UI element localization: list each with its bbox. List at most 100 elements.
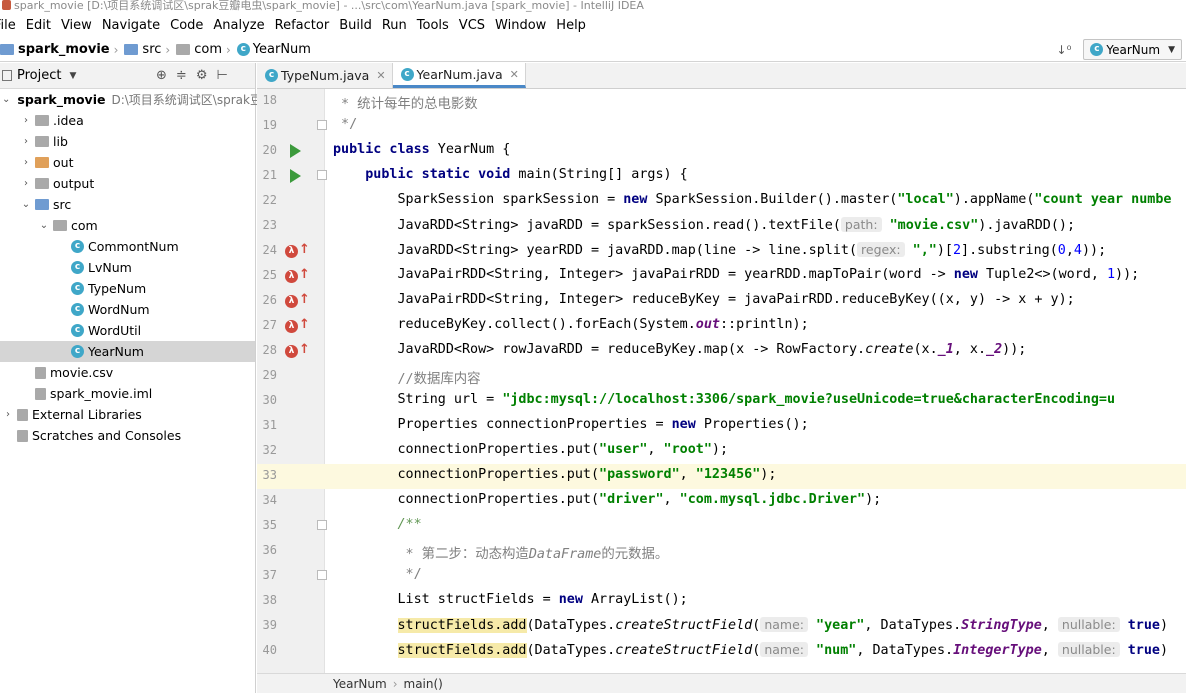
chevron-right-icon[interactable]: › bbox=[2, 409, 14, 420]
tree-item-src[interactable]: ⌄ src bbox=[0, 194, 255, 215]
tab-yearnum[interactable]: c YearNum.java ✕ bbox=[392, 63, 526, 88]
tree-item-label: spark_movie.iml bbox=[50, 386, 153, 401]
project-tree: ⌄ spark_movie D:\项目系统调试区\sprak豆 › .idea › lib ›… bbox=[0, 89, 262, 446]
tree-item-scratches-and-consoles[interactable]: Scratches and Consoles bbox=[0, 425, 255, 446]
tree-item-lib[interactable]: › lib bbox=[0, 131, 255, 152]
chevron-down-icon[interactable]: ⌄ bbox=[38, 220, 50, 231]
keyword: new bbox=[671, 417, 696, 432]
menu-build[interactable]: Build bbox=[334, 14, 377, 38]
line-number: 37 bbox=[262, 568, 277, 582]
tree-item-wordnum[interactable]: c WordNum bbox=[0, 299, 255, 320]
breadcrumb-class[interactable]: YearNum bbox=[333, 677, 387, 691]
nav-crumb-src[interactable]: src › bbox=[124, 42, 174, 57]
chevron-right-icon[interactable]: › bbox=[20, 157, 32, 168]
fold-marker-icon[interactable] bbox=[317, 170, 327, 180]
string-literal: "root" bbox=[663, 442, 712, 457]
build-project-icon[interactable]: ↓⁰ bbox=[1057, 43, 1072, 57]
tab-typenum[interactable]: c TypeNum.java ✕ bbox=[257, 63, 393, 88]
tree-item-spark-movie[interactable]: ⌄ spark_movie D:\项目系统调试区\sprak豆 bbox=[0, 89, 262, 110]
lambda-gutter-icon[interactable]: λ ↑ bbox=[285, 342, 310, 358]
chevron-right-icon: › bbox=[113, 42, 119, 57]
project-view-selector[interactable]: Project bbox=[17, 68, 61, 83]
line-number: 36 bbox=[262, 543, 277, 557]
run-main-icon[interactable] bbox=[285, 167, 301, 183]
run-configuration-label: YearNum bbox=[1106, 42, 1161, 57]
tree-item-movie-csv[interactable]: movie.csv bbox=[0, 362, 255, 383]
menu-run[interactable]: Run bbox=[377, 14, 412, 38]
lambda-gutter-icon[interactable]: λ ↑ bbox=[285, 242, 310, 258]
chevron-down-icon[interactable]: ⌄ bbox=[20, 199, 32, 210]
code-token: ) bbox=[1160, 643, 1169, 658]
chevron-right-icon[interactable]: › bbox=[20, 178, 32, 189]
class-icon: c bbox=[71, 324, 84, 337]
code-line-18: 18 * 统计每年的总电影数 bbox=[257, 89, 1186, 114]
code-text: /** bbox=[333, 517, 422, 532]
chevron-right-icon[interactable]: › bbox=[20, 115, 32, 126]
tree-item-label: WordNum bbox=[88, 302, 150, 317]
class-icon: c bbox=[236, 43, 250, 56]
gear-icon[interactable]: ⚙ bbox=[196, 68, 208, 83]
tree-item-typenum[interactable]: c TypeNum bbox=[0, 278, 255, 299]
tree-item-lvnum[interactable]: c LvNum bbox=[0, 257, 255, 278]
menu-navigate[interactable]: Navigate bbox=[97, 14, 165, 38]
menu-window[interactable]: Window bbox=[490, 14, 551, 38]
code-line-25: 25 λ ↑ JavaPairRDD<String, Integer> javaP… bbox=[257, 264, 1186, 289]
locate-file-icon[interactable]: ⊕ bbox=[156, 68, 167, 83]
line-number: 34 bbox=[262, 493, 277, 507]
code-token: )); bbox=[1115, 267, 1140, 282]
code-token: Tuple2<>(word, bbox=[977, 267, 1107, 282]
tree-item-commontnum[interactable]: c CommontNum bbox=[0, 236, 255, 257]
tree-item-external-libraries[interactable]: › External Libraries bbox=[0, 404, 255, 425]
code-editor[interactable]: 18 * 统计每年的总电影数 19 */ 20 public class Yea… bbox=[257, 89, 1186, 673]
tree-item-output[interactable]: › output bbox=[0, 173, 255, 194]
nav-crumb-package[interactable]: com › bbox=[176, 42, 235, 57]
nav-crumb-class[interactable]: c YearNum bbox=[236, 42, 311, 57]
tree-item-yearnum[interactable]: c YearNum bbox=[0, 341, 255, 362]
lambda-gutter-icon[interactable]: λ ↑ bbox=[285, 317, 310, 333]
code-token: , x. bbox=[953, 342, 987, 357]
tree-item-label: src bbox=[53, 197, 72, 212]
number-literal: 1 bbox=[1106, 267, 1116, 282]
chevron-down-icon[interactable]: ⌄ bbox=[2, 94, 10, 105]
nav-crumb-project[interactable]: spark_movie › bbox=[0, 42, 122, 57]
close-icon[interactable]: ✕ bbox=[510, 68, 519, 81]
tree-item-wordutil[interactable]: c WordUtil bbox=[0, 320, 255, 341]
run-class-icon[interactable] bbox=[285, 142, 301, 158]
menu-tools[interactable]: Tools bbox=[412, 14, 454, 38]
chevron-down-icon[interactable]: ▼ bbox=[69, 71, 76, 81]
fold-marker-icon[interactable] bbox=[317, 520, 327, 530]
parameter-hint: nullable: bbox=[1057, 617, 1120, 632]
tree-item-com[interactable]: ⌄ com bbox=[0, 215, 255, 236]
menu-file[interactable]: File bbox=[0, 14, 21, 38]
tree-item-idea[interactable]: › .idea bbox=[0, 110, 255, 131]
fold-marker-icon[interactable] bbox=[317, 570, 327, 580]
menu-refactor[interactable]: Refactor bbox=[270, 14, 335, 38]
menu-help[interactable]: Help bbox=[551, 14, 591, 38]
run-configuration-dropdown[interactable]: c YearNum ▼ bbox=[1083, 39, 1182, 60]
menu-code[interactable]: Code bbox=[165, 14, 208, 38]
menu-analyze[interactable]: Analyze bbox=[208, 14, 269, 38]
tree-item-out[interactable]: › out bbox=[0, 152, 255, 173]
code-text: String url = "jdbc:mysql://localhost:330… bbox=[333, 392, 1115, 407]
hide-panel-icon[interactable]: ⊢ bbox=[216, 68, 227, 83]
chevron-right-icon[interactable]: › bbox=[20, 136, 32, 147]
class-icon: c bbox=[71, 282, 84, 295]
code-text: JavaRDD<String> yearRDD = javaRDD.map(li… bbox=[333, 242, 1106, 258]
tree-item-spark-movie-iml[interactable]: spark_movie.iml bbox=[0, 383, 255, 404]
code-text: JavaRDD<String> javaRDD = sparkSession.r… bbox=[333, 217, 1075, 233]
breadcrumb-method[interactable]: main() bbox=[404, 677, 443, 691]
menu-view[interactable]: View bbox=[56, 14, 97, 38]
collapse-all-icon[interactable]: ≑ bbox=[176, 68, 187, 83]
menu-edit[interactable]: Edit bbox=[21, 14, 56, 38]
keyword: true bbox=[1127, 618, 1160, 633]
menu-vcs[interactable]: VCS bbox=[454, 14, 490, 38]
lambda-gutter-icon[interactable]: λ ↑ bbox=[285, 267, 310, 283]
string-literal: "local" bbox=[897, 192, 954, 207]
line-number: 30 bbox=[262, 393, 277, 407]
code-text: JavaRDD<Row> rowJavaRDD = reduceByKey.ma… bbox=[333, 342, 1026, 357]
lambda-gutter-icon[interactable]: λ ↑ bbox=[285, 292, 310, 308]
string-literal: "jdbc:mysql://localhost:3306/spark_movie… bbox=[502, 392, 1116, 407]
fold-marker-icon[interactable] bbox=[317, 120, 327, 130]
tree-item-label: com bbox=[71, 218, 98, 233]
close-icon[interactable]: ✕ bbox=[376, 69, 385, 82]
